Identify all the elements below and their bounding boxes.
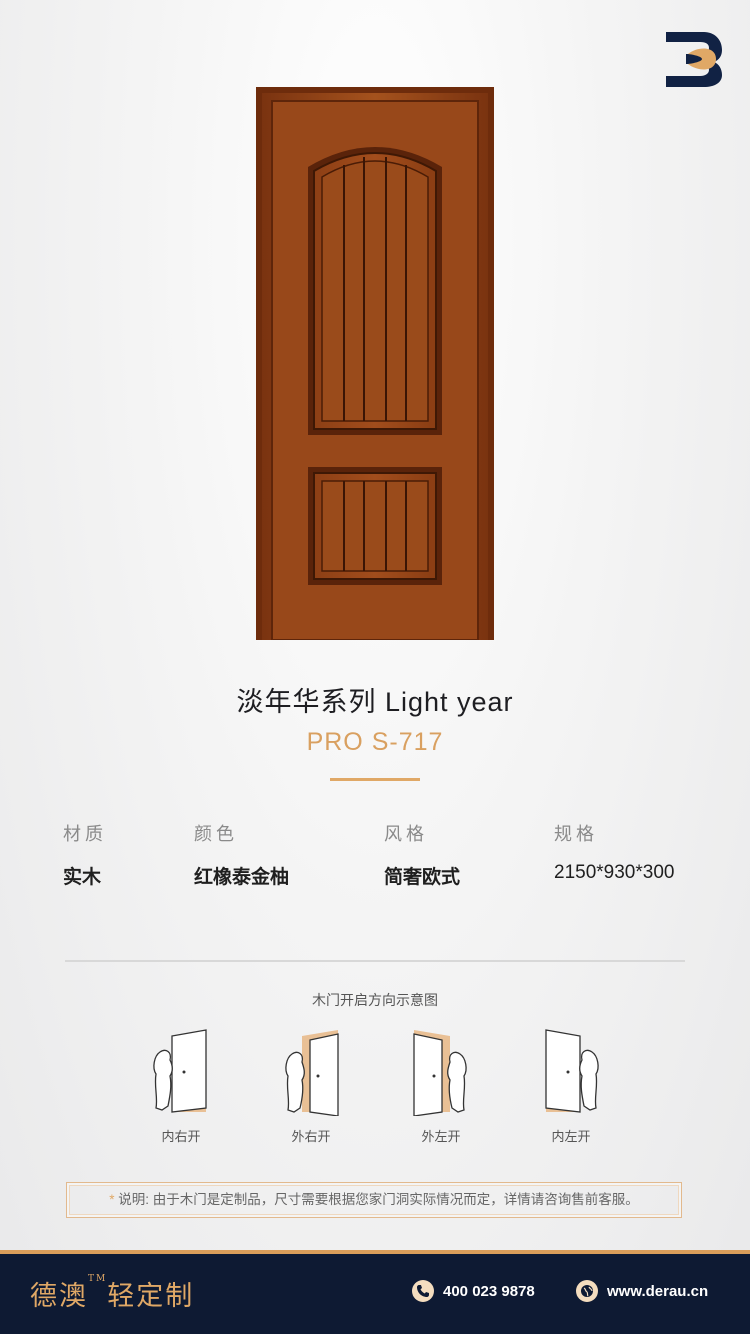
footer-bar: 德澳TM轻定制 400 023 9878 www.derau.cn: [0, 1250, 750, 1334]
direction-label: 内右开: [161, 1129, 201, 1144]
spec-value: 2150*930*300: [554, 862, 675, 883]
opening-diagram-title: 木门开启方向示意图: [312, 992, 438, 1008]
product-model: PRO S-717: [306, 728, 444, 756]
brand-trademark: TM: [88, 1274, 108, 1284]
spec-value: 红橡泰金柚: [194, 867, 290, 888]
product-title: 淡年华系列 Light year: [236, 687, 514, 717]
door-inward-right-icon: [153, 1029, 207, 1113]
direction-outer-right: 外右开: [276, 1026, 346, 1145]
door-image: [256, 87, 494, 640]
spec-label: 材质: [63, 824, 107, 844]
direction-inner-left: 内左开: [536, 1026, 606, 1145]
globe-icon: [576, 1280, 598, 1302]
disclaimer-note: * 说明: 由于木门是定制品，尺寸需要根据您家门洞实际情况而定，详情请咨询售前客…: [66, 1182, 682, 1218]
spec-material: 材质 实木: [63, 820, 107, 889]
spec-size: 规格 2150*930*300: [554, 820, 674, 884]
spec-label: 风格: [384, 824, 428, 844]
spec-color: 颜色 红橡泰金柚: [194, 820, 289, 889]
spec-value: 实木: [63, 867, 102, 888]
website-url: www.derau.cn: [607, 1282, 709, 1300]
spec-label: 颜色: [194, 824, 238, 844]
door-outward-left-icon: [413, 1030, 467, 1116]
brand-name: 德澳: [30, 1281, 88, 1312]
direction-label: 内左开: [551, 1129, 591, 1144]
note-marker: *: [109, 1192, 115, 1207]
spec-style: 风格 简奢欧式: [384, 820, 460, 889]
direction-label: 外右开: [291, 1129, 331, 1144]
brand-tagline: 轻定制: [107, 1281, 195, 1312]
brand-logo-icon: [666, 32, 722, 87]
direction-inner-right: 内右开: [146, 1026, 216, 1145]
direction-outer-left: 外左开: [406, 1026, 476, 1145]
direction-label: 外左开: [421, 1129, 461, 1144]
footer-phone[interactable]: 400 023 9878: [412, 1280, 535, 1302]
spec-label: 规格: [554, 824, 598, 844]
spec-value: 简奢欧式: [384, 867, 461, 888]
footer-website[interactable]: www.derau.cn: [576, 1280, 708, 1302]
door-inward-left-icon: [545, 1029, 599, 1113]
phone-number: 400 023 9878: [443, 1282, 535, 1300]
door-outward-right-icon: [285, 1030, 339, 1116]
footer-brand: 德澳TM轻定制: [30, 1274, 194, 1313]
section-divider: [65, 960, 685, 962]
note-text: 说明: 由于木门是定制品，尺寸需要根据您家门洞实际情况而定，详情请咨询售前客服。: [118, 1192, 639, 1207]
model-underline: [330, 778, 420, 781]
footer-accent-line: [0, 1250, 750, 1254]
phone-icon: [412, 1280, 434, 1302]
